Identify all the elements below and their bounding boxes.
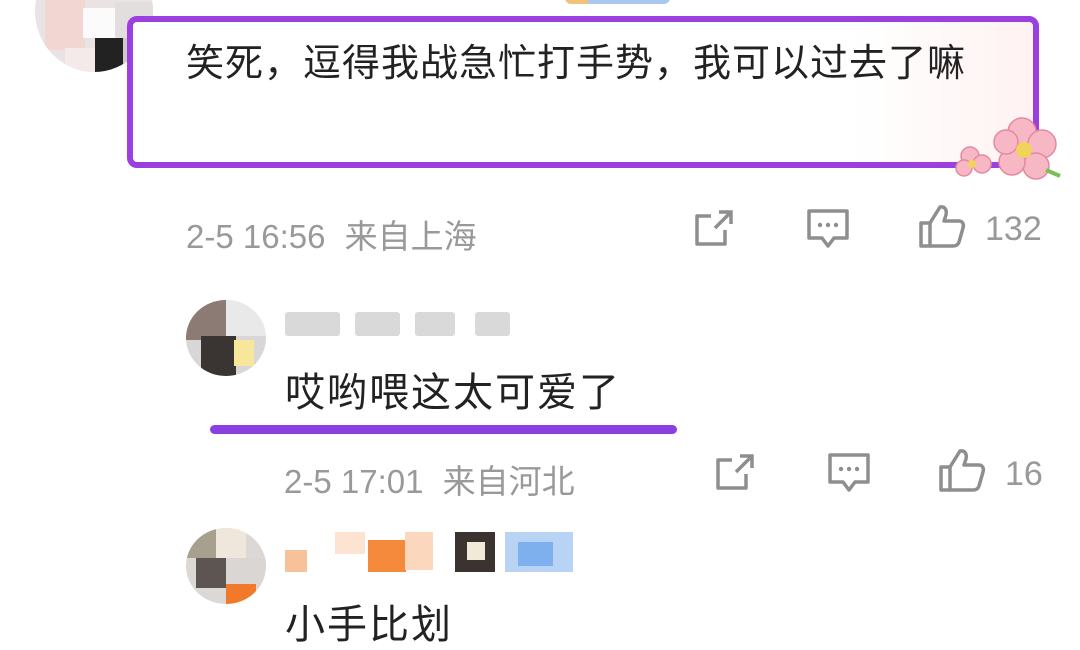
- avatar[interactable]: [186, 300, 266, 376]
- share-icon[interactable]: [693, 208, 735, 248]
- comment-icon[interactable]: [806, 208, 850, 250]
- user-badge-icon: [565, 0, 670, 4]
- flower-decoration-icon: [955, 117, 1061, 180]
- reply-location: 来自河北: [442, 463, 575, 500]
- comment-meta: 2-5 16:56 来自上海: [186, 210, 477, 258]
- username-blurred[interactable]: [190, 0, 430, 6]
- share-icon[interactable]: [714, 452, 756, 492]
- comment-time: 2-5 16:56: [186, 218, 326, 255]
- reply-text: 哎哟喂这太可爱了: [285, 370, 621, 416]
- like-count: 16: [1005, 455, 1043, 493]
- comment-location: 来自上海: [344, 218, 477, 255]
- highlight-underline: [210, 425, 677, 434]
- comment-text: 笑死，逗得我战急忙打手势，我可以过去了嘛: [186, 41, 967, 85]
- like-icon[interactable]: [938, 447, 986, 493]
- like-icon[interactable]: [918, 203, 966, 249]
- username-blurred[interactable]: [283, 528, 583, 576]
- username-blurred[interactable]: [285, 308, 520, 338]
- reply-text: 小手比划: [285, 602, 453, 648]
- reply-meta: 2-5 17:01 来自河北: [284, 455, 575, 503]
- reply-time: 2-5 17:01: [284, 463, 424, 500]
- comment-icon[interactable]: [827, 452, 871, 494]
- like-count: 132: [985, 210, 1042, 248]
- avatar[interactable]: [186, 528, 266, 604]
